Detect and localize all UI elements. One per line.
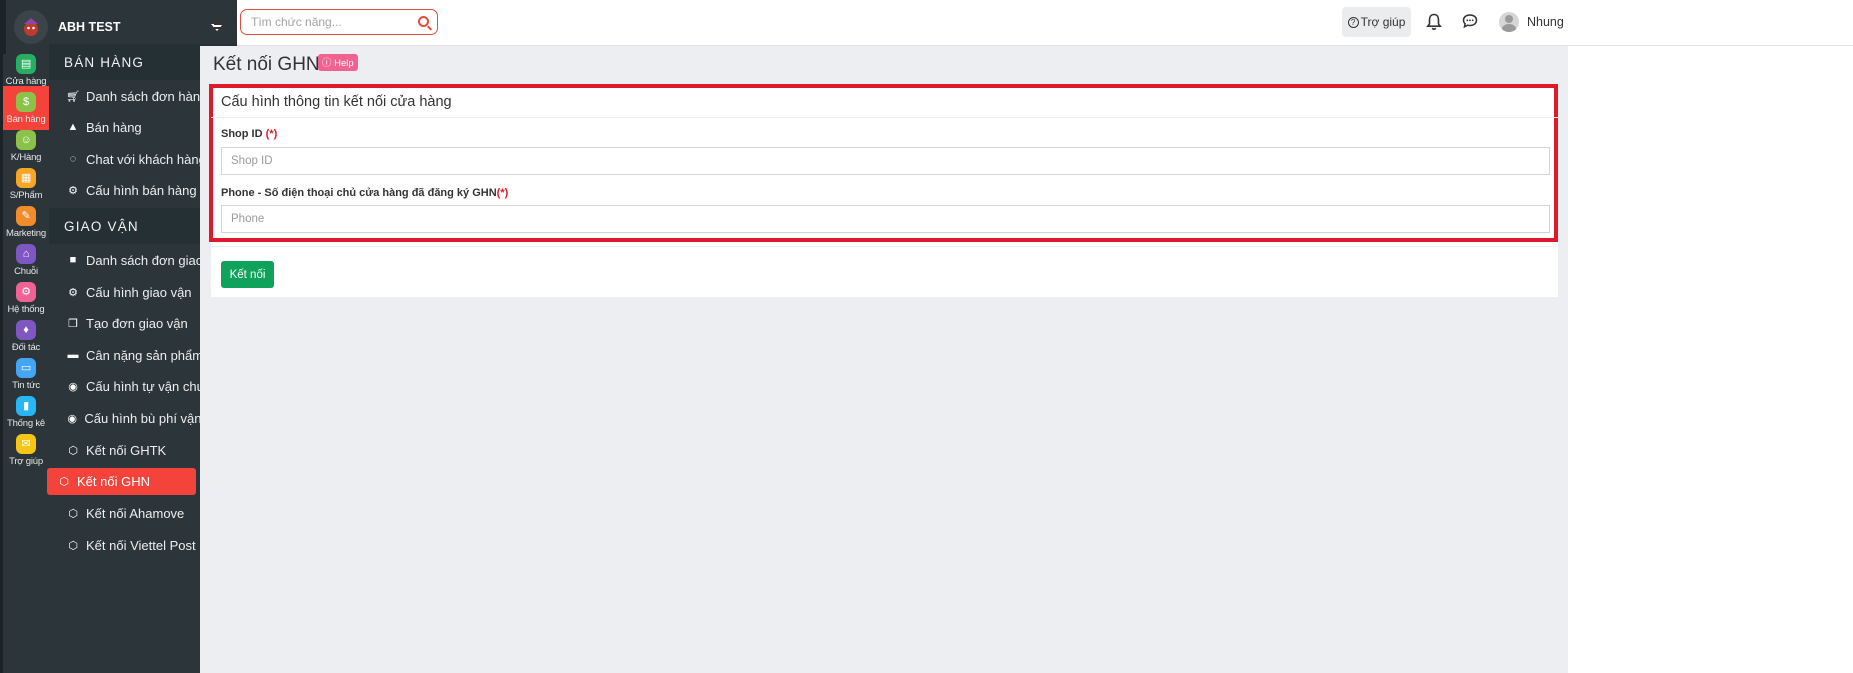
shop-id-label-text: Shop ID bbox=[221, 128, 263, 140]
bag-icon: ▲ bbox=[67, 121, 79, 133]
help-badge[interactable]: ⓘ Help bbox=[318, 54, 358, 71]
marketing-icon: ✎ bbox=[16, 205, 36, 226]
rail-item-help[interactable]: ✉ Trợ giúp bbox=[3, 428, 49, 472]
sidebar-item-label: Danh sách đơn hàng bbox=[86, 88, 208, 104]
target-icon: ◉ bbox=[68, 380, 78, 393]
sidebar-item-label: Kết nối Viettel Post bbox=[86, 537, 196, 553]
help-badge-label: Help bbox=[334, 58, 354, 69]
rail-label: Đối tác bbox=[11, 341, 41, 353]
link-icon: ⬡ bbox=[68, 444, 78, 457]
rail-label: Chuỗi bbox=[14, 265, 38, 277]
phone-field[interactable] bbox=[221, 205, 1550, 233]
copy-icon: ❐ bbox=[68, 317, 78, 330]
question-icon: ⓘ bbox=[322, 58, 332, 69]
required-mark: (*) bbox=[265, 128, 278, 140]
topbar: ? Trợ giúp Nhung bbox=[214, 0, 1853, 46]
link-icon: ⬡ bbox=[68, 539, 78, 552]
page-title: Kết nối GHN bbox=[213, 54, 320, 75]
sidebar-item-label: Cấu hình bán hàng bbox=[86, 182, 197, 198]
sales-icon: $ bbox=[16, 91, 36, 112]
gear-icon: ⚙ bbox=[68, 184, 78, 197]
avatar[interactable] bbox=[1499, 12, 1519, 32]
link-icon: ⬡ bbox=[59, 476, 69, 488]
help-icon: ✉ bbox=[16, 433, 36, 454]
bell-icon[interactable] bbox=[1426, 13, 1442, 31]
card-title: Cấu hình thông tin kết nối cửa hàng bbox=[221, 94, 452, 110]
customer-icon: ☺ bbox=[16, 129, 36, 150]
target-icon: ◉ bbox=[67, 412, 78, 425]
sidebar-item-connect-ghn[interactable]: ⬡ Kết nối GHN bbox=[47, 468, 196, 495]
news-icon: ▭ bbox=[16, 357, 36, 378]
store-icon: ▤ bbox=[16, 53, 36, 74]
sidebar-item-label: Bán hàng bbox=[86, 119, 142, 135]
phone-label: Phone - Số điện thoại chủ cửa hàng đã đă… bbox=[221, 187, 508, 199]
message-icon[interactable] bbox=[1462, 13, 1478, 29]
user-name[interactable]: Nhung bbox=[1527, 15, 1564, 29]
rail-label: K/Hàng bbox=[10, 151, 42, 163]
divider bbox=[211, 246, 1558, 247]
connect-button[interactable]: Kết nối bbox=[221, 261, 274, 288]
sidebar-item-label: Kết nối Ahamove bbox=[86, 505, 185, 521]
help-label: Trợ giúp bbox=[1360, 15, 1406, 29]
partner-icon: ♦ bbox=[16, 319, 36, 340]
system-icon: ⚙ bbox=[16, 281, 36, 302]
blank-area bbox=[1568, 46, 1853, 673]
rail-label: Bán hàng bbox=[6, 113, 46, 125]
sidebar-item-label: Kết nối GHTK bbox=[86, 442, 167, 458]
shop-id-field[interactable] bbox=[221, 147, 1550, 175]
rail-label: S/Phẩm bbox=[9, 189, 43, 201]
sidebar-item-label: Cân nặng sản phẩm bbox=[86, 347, 204, 363]
gear-icon: ⚙ bbox=[68, 286, 78, 299]
sidebar-item-label: Chat với khách hàng bbox=[86, 151, 206, 167]
phone-label-text: Phone - Số điện thoại chủ cửa hàng đã đă… bbox=[221, 187, 497, 199]
help-button[interactable]: ? Trợ giúp bbox=[1342, 7, 1411, 37]
chat-icon: ◌ bbox=[69, 153, 77, 165]
rail-label: Cửa hàng bbox=[5, 75, 47, 87]
rail-label: Thống kê bbox=[6, 417, 45, 429]
sidebar-item-label: Tạo đơn giao vận bbox=[86, 315, 188, 331]
connection-config-card: Cấu hình thông tin kết nối cửa hàng Shop… bbox=[209, 84, 1558, 297]
store-name: ABH TEST bbox=[58, 20, 121, 34]
required-mark: (*) bbox=[496, 187, 509, 199]
app-rail: ▤ Cửa hàng $ Bán hàng ☺ K/Hàng ▦ S/Phẩm … bbox=[0, 0, 49, 673]
box-icon: ▬ bbox=[67, 349, 79, 361]
rail-label: Trợ giúp bbox=[9, 455, 43, 467]
chain-icon: ⌂ bbox=[16, 243, 36, 264]
rail-label: Tin tức bbox=[12, 379, 40, 391]
rail-label: Hệ thống bbox=[7, 303, 45, 315]
shop-id-label: Shop ID (*) bbox=[221, 128, 277, 140]
main-content: Kết nối GHN ⓘ Help Cấu hình thông tin kế… bbox=[200, 46, 1568, 673]
hamburger-menu-icon[interactable] bbox=[214, 19, 226, 29]
sidebar-item-label: Kết nối GHN bbox=[77, 474, 150, 489]
sidebar-item-label: Cấu hình giao vận bbox=[86, 284, 192, 300]
divider bbox=[211, 117, 1558, 118]
function-search[interactable] bbox=[240, 9, 438, 35]
product-icon: ▦ bbox=[16, 167, 36, 188]
question-icon: ? bbox=[1347, 16, 1359, 28]
stats-icon: ▮ bbox=[16, 395, 36, 416]
search-input[interactable] bbox=[251, 15, 411, 29]
rail-label: Marketing bbox=[6, 227, 46, 239]
cart-icon: 🛒︎ bbox=[66, 90, 80, 103]
link-icon: ⬡ bbox=[68, 507, 78, 520]
store-logo bbox=[14, 10, 48, 44]
truck-icon: ■ bbox=[69, 254, 77, 266]
search-icon[interactable] bbox=[418, 16, 429, 27]
